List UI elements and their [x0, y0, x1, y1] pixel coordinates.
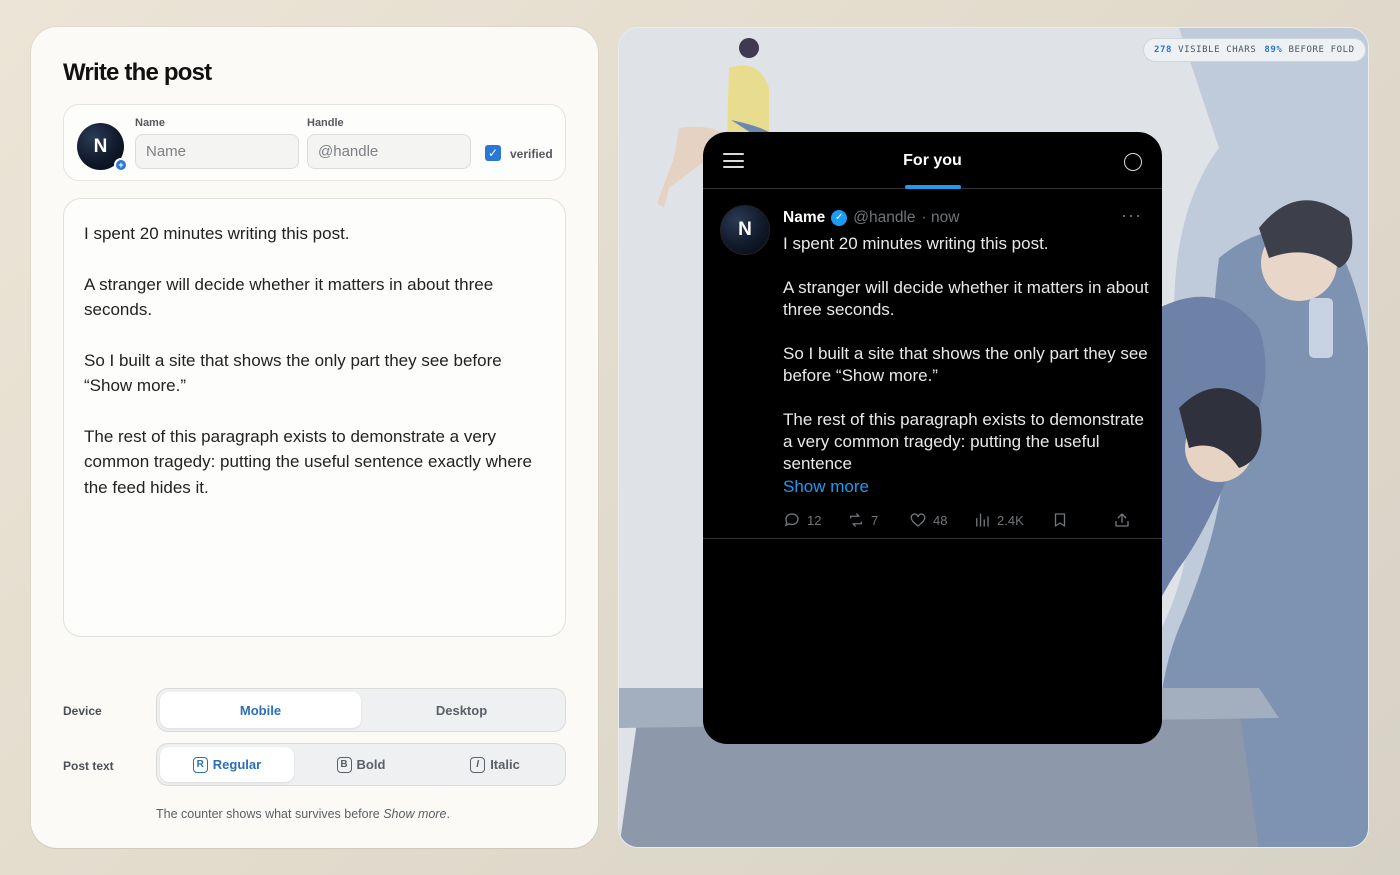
page-title: Write the post	[63, 59, 212, 86]
tweet-body: I spent 20 minutes writing this post. A …	[783, 233, 1153, 498]
tweet-handle[interactable]: @handle	[853, 209, 915, 227]
avatar[interactable]: N +	[77, 123, 128, 172]
like-button[interactable]: 48	[909, 511, 973, 529]
views-button[interactable]: 2.4K	[973, 511, 1051, 529]
style-option-regular[interactable]: R Regular	[160, 747, 294, 782]
handle-input[interactable]	[307, 134, 471, 169]
avatar-edit-icon[interactable]: +	[114, 158, 128, 172]
bookmark-button[interactable]	[1051, 511, 1113, 529]
device-option-mobile[interactable]: Mobile	[160, 692, 361, 728]
share-icon	[1115, 513, 1129, 527]
bookmark-icon	[1054, 513, 1066, 527]
tweet-paragraph: So I built a site that shows the only pa…	[783, 344, 1148, 385]
tweet-author-name[interactable]: Name	[783, 209, 825, 227]
reply-count: 12	[807, 512, 822, 528]
post-text-label: Post text	[63, 759, 114, 773]
feed-header: For you	[703, 132, 1162, 189]
share-button[interactable]	[1113, 511, 1131, 529]
style-option-italic[interactable]: I Italic	[428, 747, 562, 782]
post-paragraph: The rest of this paragraph exists to dem…	[84, 426, 532, 497]
verified-checkbox[interactable]: ✓	[485, 145, 501, 161]
tweet-time: · now	[921, 209, 960, 226]
device-toggle: Mobile Desktop	[156, 688, 566, 732]
tab-for-you[interactable]: For you	[703, 152, 1162, 170]
editor-panel: Write the post N + Name Handle ✓ verifie…	[31, 27, 598, 848]
reply-button[interactable]: 12	[783, 511, 847, 529]
italic-key-icon: I	[470, 756, 486, 773]
name-label: Name	[135, 117, 165, 129]
style-option-bold[interactable]: B Bold	[294, 747, 428, 782]
tweet-actions: 12 7 48 2.4K	[783, 511, 1131, 529]
like-icon	[910, 513, 926, 527]
visible-chars-value: 278	[1154, 45, 1173, 55]
tweet-avatar[interactable]: N	[720, 205, 770, 255]
avatar-initial: N	[93, 135, 108, 157]
regular-key-icon: R	[192, 756, 208, 773]
bold-key-icon: B	[336, 756, 352, 773]
post-textarea[interactable]: I spent 20 minutes writing this post. A …	[63, 198, 566, 637]
device-option-desktop[interactable]: Desktop	[361, 692, 562, 728]
before-fold-label: BEFORE FOLD	[1288, 45, 1355, 55]
views-count: 2.4K	[997, 512, 1024, 528]
show-more-link[interactable]: Show more	[783, 476, 1153, 498]
repost-count: 7	[871, 512, 879, 528]
post-paragraph: A stranger will decide whether it matter…	[84, 274, 494, 320]
verified-label: verified	[510, 147, 553, 161]
tweet-card[interactable]: N Name ✓ @handle · now ··· I spent 20 mi…	[703, 189, 1162, 539]
repost-icon	[850, 513, 862, 527]
tweet-paragraph: I spent 20 minutes writing this post.	[783, 234, 1049, 253]
views-icon	[976, 513, 989, 527]
preview-panel: 278 VISIBLE CHARS 89% BEFORE FOLD For yo…	[618, 27, 1369, 848]
footnote: The counter shows what survives before S…	[156, 807, 450, 821]
repost-button[interactable]: 7	[847, 511, 909, 529]
verified-icon: ✓	[831, 210, 848, 226]
tweet-header: Name ✓ @handle · now	[783, 209, 959, 227]
device-label: Device	[63, 704, 102, 718]
like-count: 48	[933, 512, 948, 528]
visible-chars-label: VISIBLE CHARS	[1178, 45, 1257, 55]
handle-label: Handle	[307, 117, 344, 129]
post-paragraph: I spent 20 minutes writing this post.	[84, 224, 350, 243]
before-fold-value: 89%	[1264, 45, 1283, 55]
tweet-paragraph: The rest of this paragraph exists to dem…	[783, 410, 1144, 473]
reply-icon	[784, 513, 799, 527]
post-paragraph: So I built a site that shows the only pa…	[84, 350, 502, 396]
circle-icon[interactable]	[1124, 153, 1142, 171]
tweet-paragraph: A stranger will decide whether it matter…	[783, 278, 1149, 319]
visible-chars-counter: 278 VISIBLE CHARS 89% BEFORE FOLD	[1143, 38, 1366, 62]
identity-card: N + Name Handle ✓ verified	[63, 104, 566, 181]
phone-preview: For you N Name ✓ @handle · now ··· I spe…	[703, 132, 1162, 744]
text-style-toggle: R Regular B Bold I Italic	[156, 743, 566, 786]
name-input[interactable]	[135, 134, 299, 169]
more-icon[interactable]: ···	[1121, 205, 1142, 226]
